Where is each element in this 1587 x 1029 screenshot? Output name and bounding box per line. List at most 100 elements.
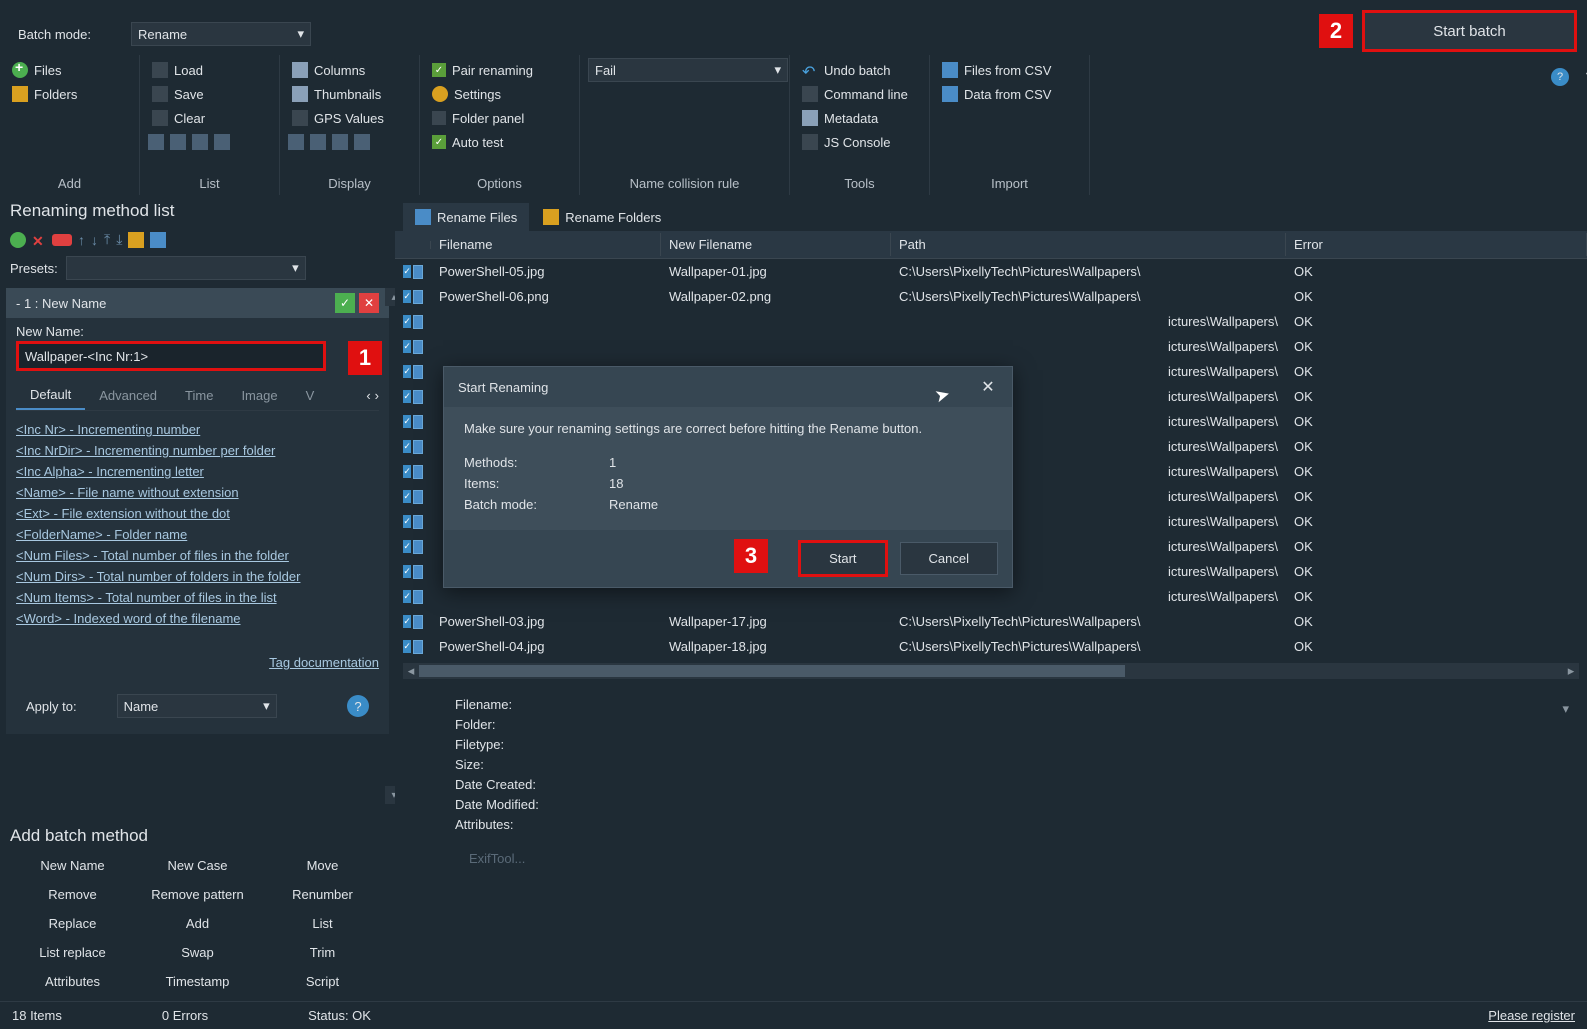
scroll-left-icon[interactable]: ◂ [403, 663, 419, 679]
checkbox-icon[interactable]: ✓ [403, 565, 411, 578]
move-top-icon[interactable]: ⤒ [104, 231, 110, 248]
checkbox-icon[interactable]: ✓ [403, 515, 411, 528]
disp-icon-4[interactable] [354, 134, 370, 150]
batch-method-replace[interactable]: Replace [10, 912, 135, 935]
tag-link[interactable]: <Num Items> - Total number of files in t… [16, 587, 379, 608]
tag-link[interactable]: <Inc NrDir> - Incrementing number per fo… [16, 440, 379, 461]
tag-tab-time[interactable]: Time [171, 382, 227, 409]
table-row[interactable]: ✓ictures\Wallpapers\OK [395, 309, 1587, 334]
tag-link[interactable]: <Num Dirs> - Total number of folders in … [16, 566, 379, 587]
list-icon-1[interactable] [148, 134, 164, 150]
method-close-icon[interactable]: ✕ [359, 293, 379, 313]
batch-method-remove[interactable]: Remove [10, 883, 135, 906]
add-folders-button[interactable]: Folders [8, 82, 131, 106]
disp-icon-3[interactable] [332, 134, 348, 150]
files-from-csv-button[interactable]: Files from CSV [938, 58, 1081, 82]
command-line-button[interactable]: Command line [798, 82, 921, 106]
clear-button[interactable]: Clear [148, 106, 271, 130]
disp-icon-2[interactable] [310, 134, 326, 150]
gps-button[interactable]: GPS Values [288, 106, 411, 130]
scroll-right-icon[interactable]: ▸ [1563, 663, 1579, 679]
batch-method-renumber[interactable]: Renumber [260, 883, 385, 906]
dialog-start-button[interactable]: Start [798, 540, 887, 577]
tag-link[interactable]: <Name> - File name without extension [16, 482, 379, 503]
batch-method-new-name[interactable]: New Name [10, 854, 135, 877]
undo-batch-button[interactable]: Undo batch [798, 58, 921, 82]
data-from-csv-button[interactable]: Data from CSV [938, 82, 1081, 106]
table-row[interactable]: ✓PowerShell-04.jpgWallpaper-18.jpgC:\Use… [395, 634, 1587, 659]
tab-rename-folders[interactable]: Rename Folders [531, 203, 673, 231]
new-name-input[interactable]: Wallpaper-<Inc Nr:1> [16, 341, 326, 371]
checkbox-icon[interactable]: ✓ [403, 640, 411, 653]
apply-to-select[interactable]: Name ▾ [117, 694, 277, 718]
auto-test-toggle[interactable]: ✓Auto test [428, 130, 571, 154]
tag-link[interactable]: <Inc Nr> - Incrementing number [16, 419, 379, 440]
dialog-close-button[interactable]: ✕ [978, 377, 998, 397]
table-row[interactable]: ✓ictures\Wallpapers\OK [395, 584, 1587, 609]
dialog-cancel-button[interactable]: Cancel [900, 542, 998, 575]
list-icon-2[interactable] [170, 134, 186, 150]
checkbox-icon[interactable]: ✓ [403, 365, 411, 378]
checkbox-icon[interactable]: ✓ [403, 265, 411, 278]
col-path[interactable]: Path [891, 233, 1286, 256]
checkbox-icon[interactable]: ✓ [403, 590, 411, 603]
checkbox-icon[interactable]: ✓ [403, 465, 411, 478]
checkbox-icon[interactable]: ✓ [403, 415, 411, 428]
delete-method-icon[interactable] [32, 233, 46, 247]
batch-method-attributes[interactable]: Attributes [10, 970, 135, 993]
scroll-up-icon[interactable]: ▴ [385, 288, 395, 306]
pair-renaming-toggle[interactable]: ✓Pair renaming [428, 58, 571, 82]
table-row[interactable]: ✓PowerShell-06.pngWallpaper-02.pngC:\Use… [395, 284, 1587, 309]
list-icon-4[interactable] [214, 134, 230, 150]
col-filename[interactable]: Filename [431, 233, 661, 256]
columns-button[interactable]: Columns [288, 58, 411, 82]
batch-method-remove-pattern[interactable]: Remove pattern [135, 883, 260, 906]
table-row[interactable]: ✓PowerShell-03.jpgWallpaper-17.jpgC:\Use… [395, 609, 1587, 634]
batch-method-move[interactable]: Move [260, 854, 385, 877]
tag-link[interactable]: <Word> - Indexed word of the filename [16, 608, 379, 629]
move-up-icon[interactable]: ↑ [78, 232, 85, 248]
checkbox-icon[interactable]: ✓ [403, 315, 411, 328]
disable-method-icon[interactable] [52, 234, 72, 246]
batch-method-swap[interactable]: Swap [135, 941, 260, 964]
add-method-icon[interactable] [10, 232, 26, 248]
help-icon[interactable]: ? [347, 695, 369, 717]
tag-tab-image[interactable]: Image [227, 382, 291, 409]
move-down-icon[interactable]: ↓ [91, 232, 98, 248]
save-icon[interactable] [150, 232, 166, 248]
folder-icon[interactable] [128, 232, 144, 248]
collision-rule-select[interactable]: Fail▾ [588, 58, 788, 82]
collapse-icon[interactable]: ▾ [1562, 701, 1569, 717]
tag-link[interactable]: <FolderName> - Folder name [16, 524, 379, 545]
tag-tab-default[interactable]: Default [16, 381, 85, 410]
add-files-button[interactable]: Files [8, 58, 131, 82]
batch-method-script[interactable]: Script [260, 970, 385, 993]
folder-panel-toggle[interactable]: Folder panel [428, 106, 571, 130]
disp-icon-1[interactable] [288, 134, 304, 150]
tag-tab-advanced[interactable]: Advanced [85, 382, 171, 409]
tag-link[interactable]: <Num Files> - Total number of files in t… [16, 545, 379, 566]
col-error[interactable]: Error [1286, 233, 1587, 256]
batch-mode-select[interactable]: Rename ▾ [131, 22, 311, 46]
checkbox-icon[interactable]: ✓ [403, 440, 411, 453]
settings-button[interactable]: Settings [428, 82, 571, 106]
batch-method-list[interactable]: List [260, 912, 385, 935]
batch-method-add[interactable]: Add [135, 912, 260, 935]
thumbnails-button[interactable]: Thumbnails [288, 82, 411, 106]
tab-next-icon[interactable]: › [375, 388, 379, 403]
tag-documentation-link[interactable]: Tag documentation [16, 647, 379, 678]
scroll-down-icon[interactable]: ▾ [385, 786, 395, 804]
move-bottom-icon[interactable]: ⤓ [116, 231, 122, 248]
metadata-button[interactable]: Metadata [798, 106, 921, 130]
horizontal-scrollbar[interactable]: ◂ ▸ [403, 663, 1579, 679]
presets-select[interactable]: ▾ [66, 256, 306, 280]
js-console-button[interactable]: JS Console [798, 130, 921, 154]
tab-rename-files[interactable]: Rename Files [403, 203, 529, 231]
tag-tab-v[interactable]: V [292, 382, 329, 409]
batch-method-new-case[interactable]: New Case [135, 854, 260, 877]
checkbox-icon[interactable]: ✓ [403, 340, 411, 353]
col-new-filename[interactable]: New Filename [661, 233, 891, 256]
scrollbar-thumb[interactable] [419, 665, 1125, 677]
checkbox-icon[interactable]: ✓ [403, 290, 411, 303]
checkbox-icon[interactable]: ✓ [403, 390, 411, 403]
